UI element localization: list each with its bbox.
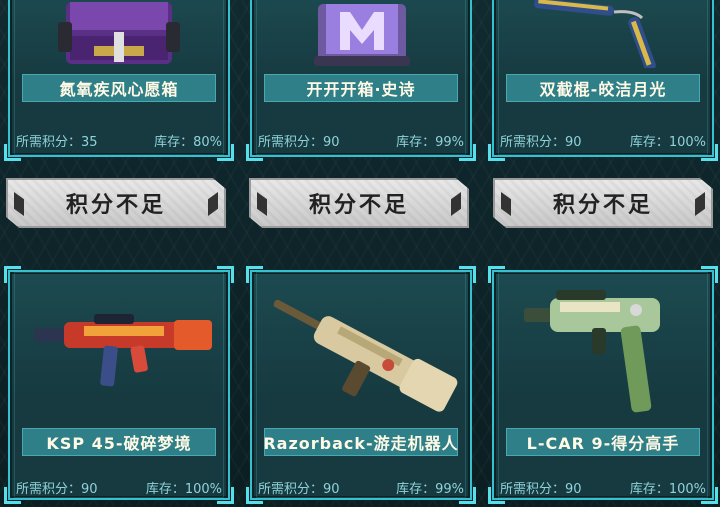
- nunchaku-icon: [534, 0, 656, 68]
- stock-level: 库存：80%: [154, 134, 222, 150]
- required-points: 所需积分：90: [16, 481, 98, 497]
- stock-level: 库存：100%: [629, 481, 706, 497]
- required-points: 所需积分：90: [500, 134, 582, 150]
- item-stats: 所需积分：90 库存：100%: [16, 478, 222, 497]
- insufficient-points-button-1[interactable]: 积分不足: [6, 178, 226, 228]
- item-name: KSP 45-破碎梦境: [22, 428, 216, 456]
- required-points: 所需积分：90: [258, 134, 340, 150]
- reward-card-4[interactable]: KSP 45-破碎梦境 所需积分：90 库存：100%: [4, 266, 234, 504]
- stock-level: 库存：100%: [629, 134, 706, 150]
- reward-card-6[interactable]: L-CAR 9-得分高手 所需积分：90 库存：100%: [488, 266, 718, 504]
- item-stats: 所需积分：90 库存：99%: [258, 131, 464, 150]
- ksp45-smg-icon: [34, 314, 212, 387]
- required-points: 所需积分：90: [500, 481, 582, 497]
- insufficient-points-button-3[interactable]: 积分不足: [493, 178, 713, 228]
- purple-supply-crate-icon: [58, 2, 180, 64]
- required-points: 所需积分：90: [258, 481, 340, 497]
- insufficient-points-button-2[interactable]: 积分不足: [249, 178, 469, 228]
- stock-level: 库存：99%: [396, 481, 464, 497]
- item-stats: 所需积分：90 库存：100%: [500, 131, 706, 150]
- button-label: 积分不足: [308, 193, 409, 218]
- reward-card-2[interactable]: 开开开箱·史诗 所需积分：90 库存：99%: [246, 0, 476, 161]
- item-stats: 所需积分：90 库存：100%: [500, 478, 706, 497]
- stock-level: 库存：100%: [145, 481, 222, 497]
- item-name: 双截棍-皎洁月光: [506, 74, 700, 102]
- item-name: L-CAR 9-得分高手: [506, 428, 700, 456]
- razorback-rifle-icon: [273, 299, 458, 412]
- purple-epic-box-icon: [314, 4, 410, 66]
- item-stats: 所需积分：35 库存：80%: [16, 131, 222, 150]
- stock-level: 库存：99%: [396, 134, 464, 150]
- item-name: Razorback-游走机器人: [263, 428, 458, 456]
- lcar9-pistol-icon: [524, 290, 660, 413]
- item-stats: 所需积分：90 库存：99%: [258, 478, 464, 497]
- required-points: 所需积分：35: [16, 134, 98, 150]
- item-name: 开开开箱·史诗: [264, 74, 458, 102]
- button-label: 积分不足: [65, 193, 166, 218]
- reward-card-1[interactable]: 氮氧疾风心愿箱 所需积分：35 库存：80%: [4, 0, 234, 161]
- button-label: 积分不足: [552, 193, 653, 218]
- item-name: 氮氧疾风心愿箱: [22, 74, 216, 102]
- reward-card-5[interactable]: Razorback-游走机器人 所需积分：90 库存：99%: [246, 266, 476, 504]
- reward-card-3[interactable]: 双截棍-皎洁月光 所需积分：90 库存：100%: [488, 0, 718, 161]
